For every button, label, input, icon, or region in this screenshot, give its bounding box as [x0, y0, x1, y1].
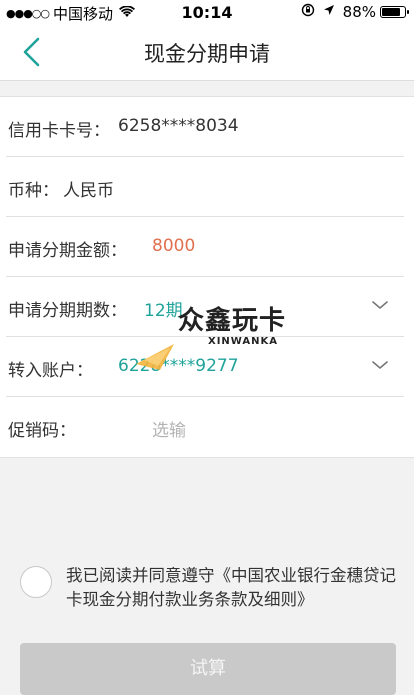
card-number-label: 信用卡卡号： — [8, 121, 110, 141]
installment-form: 信用卡卡号： 6258****8034 币种： 人民币 申请分期金额： 8000… — [0, 96, 414, 458]
agree-checkbox[interactable] — [20, 566, 52, 598]
status-right: 88% — [301, 3, 409, 21]
agreement-section: 我已阅读并同意遵守《中国农业银行金穗贷记卡现金分期付款业务条款及细则》 — [0, 560, 414, 640]
watermark-subtext: XINWANKA — [208, 336, 278, 347]
nav-bar: 现金分期申请 — [0, 24, 414, 81]
promo-input[interactable]: 选输 — [152, 416, 186, 441]
page-title: 现金分期申请 — [144, 42, 270, 66]
currency-value: 人民币 — [63, 181, 114, 201]
watermark-text: 众鑫玩卡 — [178, 306, 287, 336]
amount-row[interactable]: 申请分期金额： 8000 — [0, 217, 414, 277]
amount-input[interactable]: 8000 — [152, 236, 195, 256]
currency-label: 币种： — [8, 181, 59, 201]
orientation-lock-icon — [301, 3, 315, 21]
trial-calc-button[interactable]: 试算 — [20, 643, 396, 695]
status-bar: ●●●○○ 中国移动 10:14 88% — [0, 0, 414, 24]
battery-percent: 88% — [342, 3, 376, 21]
watermark-logo: 众鑫玩卡 XINWANKA — [130, 300, 310, 390]
period-label: 申请分期期数： — [8, 301, 127, 321]
account-label: 转入账户： — [8, 361, 93, 381]
promo-label: 促销码： — [8, 421, 76, 441]
promo-row[interactable]: 促销码： 选输 — [0, 397, 414, 457]
watermark-mark-icon — [136, 344, 174, 370]
battery-icon — [380, 6, 409, 18]
agreement-text[interactable]: 我已阅读并同意遵守《中国农业银行金穗贷记卡现金分期付款业务条款及细则》 — [66, 564, 396, 612]
card-number-value: 6258****8034 — [118, 116, 239, 136]
location-arrow-icon — [323, 4, 335, 20]
card-number-row: 信用卡卡号： 6258****8034 — [0, 97, 414, 157]
chevron-down-icon[interactable] — [370, 295, 390, 315]
currency-row: 币种： 人民币 — [0, 157, 414, 217]
amount-label: 申请分期金额： — [8, 241, 127, 261]
battery-level — [382, 8, 400, 16]
chevron-down-icon[interactable] — [370, 355, 390, 375]
